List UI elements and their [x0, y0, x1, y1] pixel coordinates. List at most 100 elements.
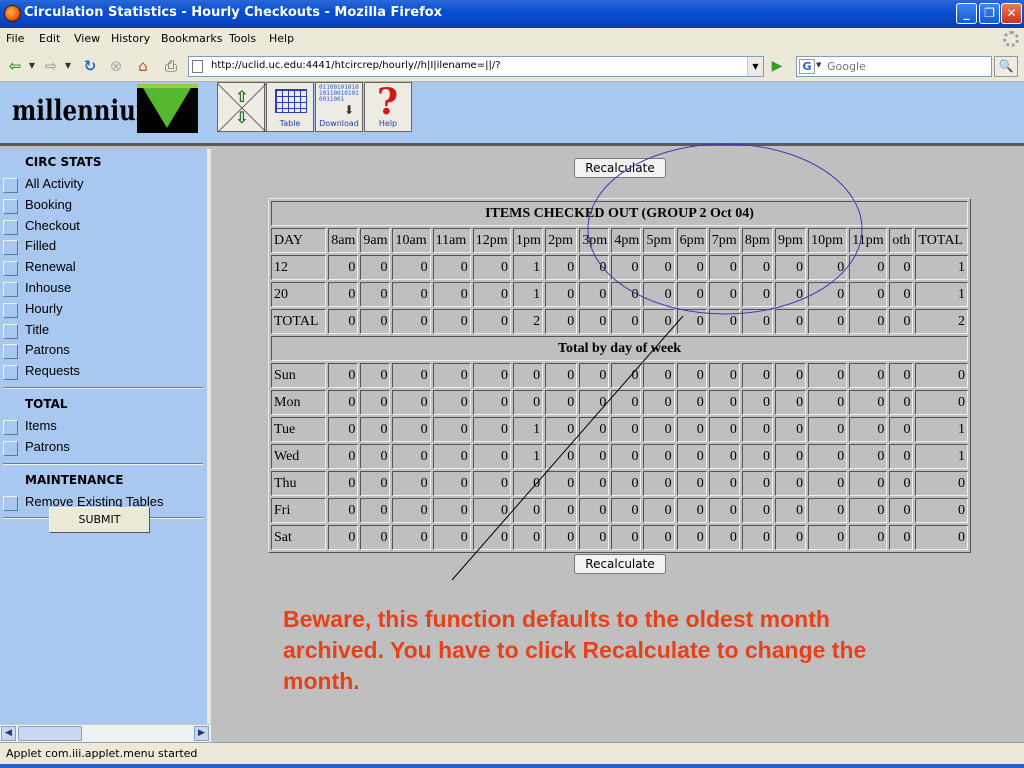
sidebar-item-label: Patrons: [25, 342, 70, 358]
sidebar-checkbox[interactable]: [3, 365, 18, 381]
reload-button[interactable]: ↻: [80, 56, 100, 76]
table-cell: 0: [545, 363, 578, 388]
sidebar-checkbox[interactable]: [3, 178, 18, 193]
sidebar-item[interactable]: Items: [3, 418, 203, 436]
go-button[interactable]: ▶: [766, 56, 788, 77]
sidebar-checkbox[interactable]: [3, 240, 18, 256]
restore-button[interactable]: ❐: [979, 3, 1000, 24]
print-button[interactable]: ⎙: [160, 56, 182, 76]
warning-note: Beware, this function defaults to the ol…: [283, 606, 867, 694]
table-cell: 0: [808, 282, 848, 307]
address-bar[interactable]: http://uclid.uc.edu:4441/htcircrep/hourl…: [188, 56, 764, 77]
table-cell: 0: [328, 417, 359, 442]
forward-button[interactable]: ⇨: [40, 56, 62, 76]
sidebar-item[interactable]: Requests: [3, 363, 203, 381]
millennium-logo-icon: [137, 84, 198, 133]
url-text[interactable]: http://uclid.uc.edu:4441/htcircrep/hourl…: [211, 60, 501, 71]
close-button[interactable]: ✕: [1001, 3, 1022, 24]
help-button[interactable]: ? Help: [364, 81, 412, 132]
navigation-toolbar: ⇦ ▼ ⇨ ▼ ↻ ⊗ ⌂ ⎙ http://uclid.uc.edu:4441…: [0, 50, 1024, 82]
sidebar-checkbox[interactable]: [3, 323, 18, 339]
sidebar-item[interactable]: Renewal: [3, 259, 203, 277]
menu-history[interactable]: History: [111, 32, 150, 45]
menu-bookmarks[interactable]: Bookmarks: [161, 32, 222, 45]
table-cell: 0: [708, 282, 740, 307]
table-row: Thu 0 0 0 0 0 0 0 0 0 0 0 0 0 0 0 0 0 0: [271, 471, 968, 496]
table-cell: 0: [579, 363, 610, 388]
sidebar-item-label: Requests: [25, 363, 80, 379]
column-header: 9pm: [774, 228, 807, 253]
table-cell: 0: [472, 255, 511, 280]
table-row: Mon 0 0 0 0 0 0 0 0 0 0 0 0 0 0 0 0 0 0: [271, 390, 968, 415]
row-label: 20: [271, 282, 327, 307]
column-header: 5pm: [643, 228, 675, 253]
stop-button[interactable]: ⊗: [106, 56, 126, 76]
sidebar-checkbox[interactable]: [3, 198, 18, 214]
download-label: Download: [319, 119, 359, 128]
table-cell: 0: [849, 417, 888, 442]
sidebar-item[interactable]: Booking: [3, 197, 203, 215]
navigate-up-down-button[interactable]: ⇧ ⇩: [217, 82, 266, 133]
sidebar-checkbox[interactable]: [3, 302, 18, 318]
table-cell: 0: [611, 525, 642, 550]
table-button[interactable]: Table: [266, 82, 314, 132]
header-row: DAY 8am 9am 10am 11am 12pm 1pm 2pm 3pm 4pm 5pm 6pm 7…: [271, 228, 968, 253]
sidebar-checkbox[interactable]: [3, 344, 18, 360]
google-engine-icon[interactable]: G: [799, 59, 815, 74]
search-input[interactable]: [827, 59, 987, 74]
table-cell: 0: [708, 498, 740, 523]
table-cell: 0: [472, 417, 511, 442]
table-cell: 0: [328, 282, 359, 307]
table-cell: 0: [360, 309, 391, 334]
sidebar-checkbox[interactable]: [3, 420, 18, 435]
sidebar-item[interactable]: Inhouse: [3, 280, 203, 298]
back-button[interactable]: ⇦: [4, 56, 26, 76]
table-cell: 0: [643, 525, 675, 550]
minimize-button[interactable]: _: [956, 3, 977, 24]
sidebar-checkbox[interactable]: [3, 440, 18, 456]
url-history-dropdown[interactable]: ▼: [747, 57, 763, 76]
home-button[interactable]: ⌂: [132, 56, 154, 76]
table-cell: 0: [808, 471, 848, 496]
sidebar-item[interactable]: Filled: [3, 238, 203, 256]
sidebar-checkbox[interactable]: [3, 495, 18, 511]
table-cell: 0: [676, 444, 707, 469]
download-button[interactable]: 01100101010101100101010011001 ⬇ Download: [315, 82, 363, 132]
table-cell: 0: [708, 471, 740, 496]
scroll-thumb[interactable]: [18, 726, 82, 741]
menu-help[interactable]: Help: [269, 32, 294, 45]
sidebar-item[interactable]: Patrons: [3, 342, 203, 360]
sidebar-checkbox[interactable]: [3, 282, 18, 297]
table-cell: 0: [849, 498, 888, 523]
back-history-dropdown[interactable]: ▼: [27, 56, 37, 76]
sidebar-item[interactable]: Patrons: [3, 439, 203, 457]
table-cell: 0: [472, 525, 511, 550]
throbber-icon: [1003, 31, 1019, 47]
scroll-right-icon[interactable]: ▶: [194, 726, 209, 741]
search-button[interactable]: 🔍: [994, 56, 1018, 77]
forward-history-dropdown[interactable]: ▼: [63, 56, 73, 76]
menu-file[interactable]: File: [6, 32, 24, 45]
submit-button[interactable]: SUBMIT: [49, 507, 150, 533]
table-cell: 0: [360, 282, 391, 307]
menu-tools[interactable]: Tools: [229, 32, 256, 45]
sidebar-checkbox[interactable]: [3, 219, 18, 235]
recalculate-button-top[interactable]: Recalculate: [574, 158, 666, 178]
table-cell: 0: [328, 255, 359, 280]
sidebar-item[interactable]: Title: [3, 322, 203, 340]
horizontal-scrollbar[interactable]: ◀ ▶: [0, 724, 211, 742]
sidebar-item[interactable]: Hourly: [3, 301, 203, 319]
table-cell: 0: [774, 390, 807, 415]
chevron-down-icon[interactable]: ▼: [816, 61, 821, 69]
status-text: Applet com.iii.applet.menu started: [6, 747, 198, 760]
menu-bar: File Edit View History Bookmarks Tools H…: [0, 28, 1024, 50]
table-cell: 0: [643, 363, 675, 388]
table-cell: 0: [545, 282, 578, 307]
sidebar-item[interactable]: Checkout: [3, 218, 203, 236]
scroll-left-icon[interactable]: ◀: [1, 726, 16, 741]
sidebar-checkbox[interactable]: [3, 261, 18, 277]
sidebar-item[interactable]: All Activity: [3, 176, 203, 194]
menu-view[interactable]: View: [74, 32, 100, 45]
menu-edit[interactable]: Edit: [39, 32, 60, 45]
recalculate-button-bottom[interactable]: Recalculate: [574, 554, 666, 574]
